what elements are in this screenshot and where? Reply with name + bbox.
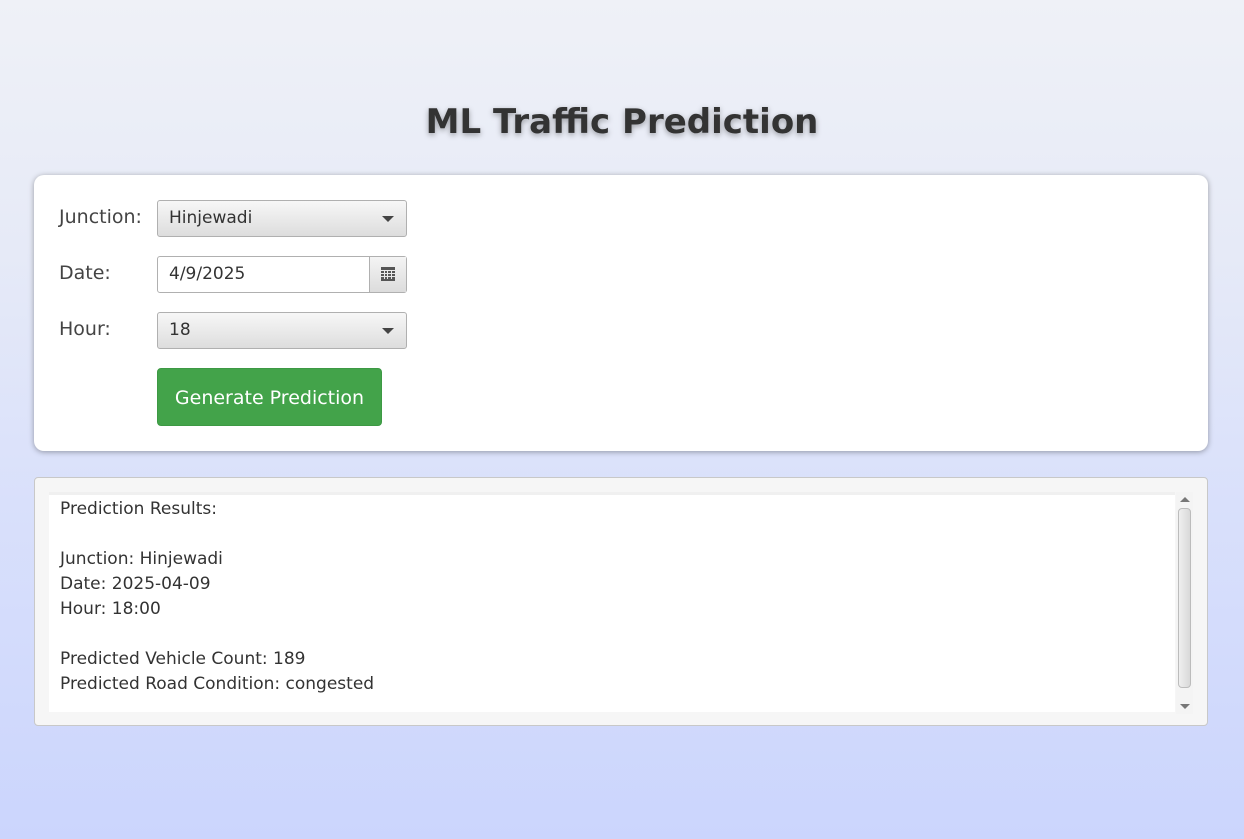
results-line: Date: 2025-04-09 — [60, 574, 211, 594]
junction-label: Junction: — [59, 206, 142, 228]
results-line: Junction: Hinjewadi — [60, 549, 223, 569]
page-title: ML Traffic Prediction — [425, 102, 819, 142]
junction-select-value: Hinjewadi — [169, 208, 253, 228]
generate-prediction-button[interactable]: Generate Prediction — [157, 368, 382, 426]
results-line: Predicted Vehicle Count: 189 — [60, 649, 306, 669]
results-line: Prediction Results: — [60, 499, 217, 519]
results-text-area[interactable]: Prediction Results: Junction: Hinjewadi … — [49, 492, 1175, 712]
hour-label: Hour: — [59, 318, 111, 340]
vertical-scrollbar[interactable] — [1176, 492, 1193, 714]
scroll-thumb[interactable] — [1178, 508, 1191, 688]
date-input[interactable]: 4/9/2025 — [158, 257, 370, 292]
results-panel: Prediction Results: Junction: Hinjewadi … — [34, 477, 1208, 726]
junction-select[interactable]: Hinjewadi — [157, 200, 407, 237]
scroll-up-icon[interactable] — [1180, 497, 1190, 502]
calendar-button[interactable] — [369, 257, 406, 292]
scroll-down-icon[interactable] — [1180, 704, 1190, 709]
results-line: Hour: 18:00 — [60, 599, 161, 619]
chevron-down-icon — [382, 328, 394, 334]
prediction-form: Junction: Hinjewadi Date: 4/9/2025 Hour:… — [34, 175, 1208, 451]
chevron-down-icon — [382, 216, 394, 222]
results-line: Predicted Road Condition: congested — [60, 674, 375, 694]
date-picker: 4/9/2025 — [157, 256, 407, 293]
hour-select[interactable]: 18 — [157, 312, 407, 349]
hour-select-value: 18 — [169, 320, 191, 340]
date-label: Date: — [59, 262, 111, 284]
calendar-icon — [381, 267, 395, 281]
